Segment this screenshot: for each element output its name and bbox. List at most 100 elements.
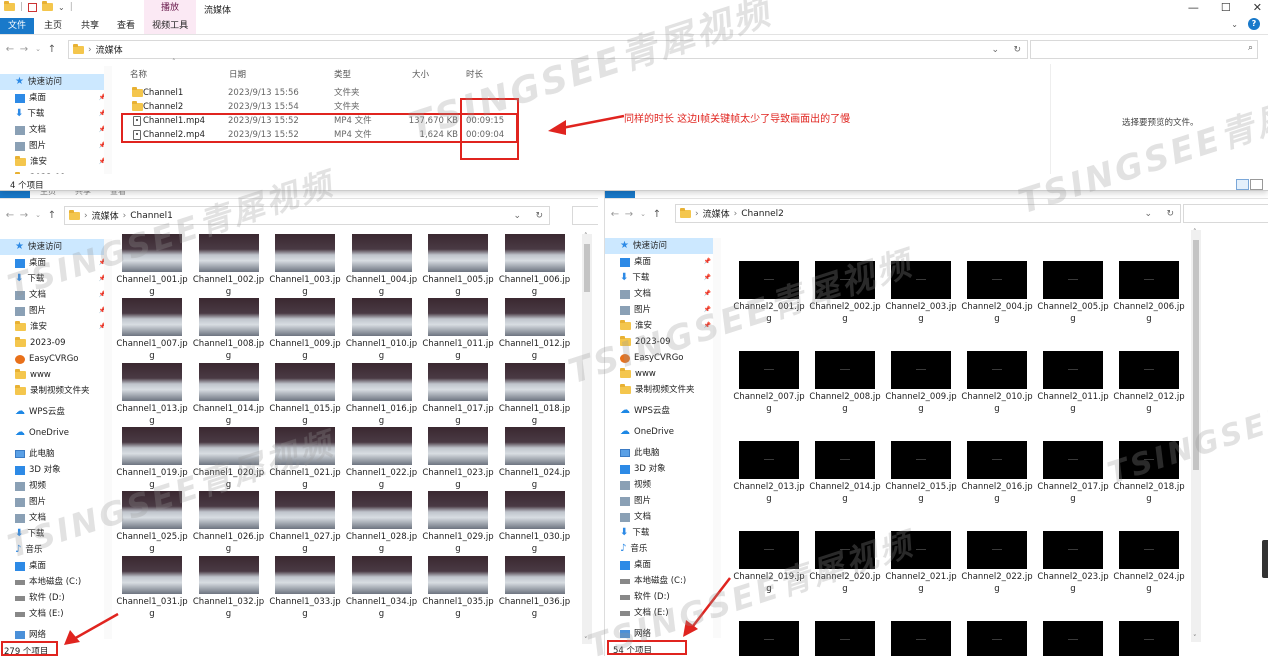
address-bar[interactable]: › 流媒体 ⌄ ↻ <box>68 40 1028 59</box>
breadcrumb-root[interactable]: 流媒体 <box>96 43 123 56</box>
thumbnail-item[interactable]: Channel2_003.jpg <box>885 261 957 325</box>
pin-icon[interactable]: 📌 <box>704 254 711 270</box>
scroll-down-icon[interactable]: ˅ <box>584 636 588 644</box>
nav-item[interactable]: ☁ OneDrive <box>0 425 112 441</box>
thumbnail-item[interactable]: Channel2_024.jpg <box>1113 531 1185 595</box>
thumbnail-item[interactable]: Channel2_020.jpg <box>809 531 881 595</box>
scroll-down-icon[interactable]: ˅ <box>1193 634 1197 642</box>
thumbnail-item[interactable]: Channel1_029.jpg <box>422 491 494 555</box>
customize-chevron-icon[interactable]: ⌄ <box>58 3 65 12</box>
recent-chevron-icon[interactable]: ⌄ <box>31 211 45 219</box>
thumbnail-item[interactable]: Channel2_004.jpg <box>961 261 1033 325</box>
thumbnail-item[interactable]: Channel1_020.jpg <box>193 426 265 491</box>
thumbnail-item[interactable]: Channel1_005.jpg <box>422 234 494 298</box>
nav-item[interactable]: 桌面 📌 <box>0 255 112 271</box>
properties-icon[interactable] <box>28 2 38 12</box>
scroll-up-icon[interactable]: ˄ <box>584 232 588 240</box>
search-input[interactable] <box>572 206 598 225</box>
nav-item[interactable]: 淮安 📌 <box>605 318 717 334</box>
thumbnail-item[interactable]: Channel2_019.jpg <box>733 531 805 595</box>
nav-item[interactable]: 文档 📌 <box>605 286 717 302</box>
nav-item[interactable]: ☁ WPS云盘 <box>605 403 717 419</box>
dropdown-chevron-icon[interactable]: ⌄ <box>1144 209 1152 219</box>
thumbnail-item[interactable]: Channel1_034.jpg <box>346 555 418 620</box>
nav-item[interactable]: 此电脑 <box>605 445 717 461</box>
thumbnail-item[interactable]: Channel2_012.jpg <box>1113 351 1185 415</box>
thumbnail-item[interactable]: Channel2_022.jpg <box>961 531 1033 595</box>
thumbnail-item[interactable]: Channel1_019.jpg <box>116 426 188 491</box>
search-input[interactable] <box>1183 204 1268 223</box>
thumbnail-item[interactable]: Channel1_011.jpg <box>422 298 494 362</box>
pin-icon[interactable]: 📌 <box>704 318 711 334</box>
back-icon[interactable]: ← <box>3 44 17 55</box>
thumbnail-item[interactable]: Channel2_011.jpg <box>1037 351 1109 415</box>
nav-item[interactable]: www <box>605 366 717 382</box>
side-edge-widget[interactable] <box>1262 540 1268 578</box>
nav-item[interactable]: 本地磁盘 (C:) <box>0 574 112 590</box>
thumbnail-item[interactable]: Channel1_021.jpg <box>269 426 341 491</box>
minimize-button[interactable]: — <box>1188 1 1199 14</box>
nav-item[interactable]: 视频 <box>605 477 717 493</box>
content-scrollbar[interactable]: ˄ ˅ <box>582 232 592 644</box>
scroll-thumb[interactable] <box>584 244 590 292</box>
tab-video-tools[interactable]: 视频工具 <box>144 18 197 34</box>
pin-icon[interactable]: 📌 <box>704 270 711 286</box>
close-button[interactable]: ✕ <box>1253 1 1262 14</box>
thumbnail-item[interactable]: Channel2_021.jpg <box>885 531 957 595</box>
nav-item[interactable]: ☁ OneDrive <box>605 424 717 440</box>
nav-item[interactable]: ☁ WPS云盘 <box>0 404 112 420</box>
breadcrumb-root[interactable]: 流媒体 <box>703 207 730 220</box>
nav-item[interactable]: 文档 <box>0 510 112 526</box>
dropdown-chevron-icon[interactable]: ⌄ <box>991 45 999 55</box>
nav-item[interactable]: ♪ 音乐 <box>605 541 717 557</box>
column-header-type[interactable]: 类型 <box>334 68 351 80</box>
breadcrumb-channel2[interactable]: Channel2 <box>741 209 784 219</box>
refresh-icon[interactable]: ↻ <box>1166 209 1174 219</box>
nav-item[interactable]: 桌面 📌 <box>0 90 112 106</box>
thumbnail-item[interactable]: Channel2_017.jpg <box>1037 441 1109 505</box>
thumbnail-item[interactable]: Channel1_003.jpg <box>269 234 341 298</box>
thumbnail-item[interactable]: Channel2_016.jpg <box>961 441 1033 505</box>
breadcrumb-channel1[interactable]: Channel1 <box>130 211 173 221</box>
tab-file[interactable]: 文件 <box>0 18 35 34</box>
thumbnail-item[interactable]: Channel2_023.jpg <box>1037 531 1109 595</box>
thumbnail-item[interactable]: Channel1_017.jpg <box>422 362 494 427</box>
thumbnail-item[interactable]: Channel1_023.jpg <box>422 426 494 491</box>
thumbnail-item[interactable]: Channel1_004.jpg <box>346 234 418 298</box>
thumbnail-item[interactable] <box>809 621 881 656</box>
column-header-size[interactable]: 大小 <box>412 68 429 80</box>
large-icons-view-icon[interactable] <box>1250 179 1263 190</box>
nav-item[interactable]: ⬇ 下载 <box>605 525 717 541</box>
breadcrumb-root[interactable]: 流媒体 <box>92 209 119 222</box>
back-icon[interactable]: ← <box>3 210 17 221</box>
nav-item[interactable]: ⬇ 下载 📌 <box>0 106 112 122</box>
thumbnail-item[interactable]: Channel2_001.jpg <box>733 261 805 325</box>
nav-item[interactable]: ⬇ 下载 <box>0 526 112 542</box>
nav-item[interactable]: 录制视频文件夹 <box>0 383 112 399</box>
tab-share[interactable]: 共享 <box>72 18 108 34</box>
nav-item[interactable]: 淮安 📌 <box>0 319 112 335</box>
thumbnail-item[interactable]: Channel1_036.jpg <box>499 555 571 620</box>
thumbnail-item[interactable]: Channel1_027.jpg <box>269 491 341 555</box>
recent-chevron-icon[interactable]: ⌄ <box>31 45 45 53</box>
nav-item[interactable]: www <box>0 367 112 383</box>
nav-item[interactable]: ★ 快速访问 <box>0 74 112 90</box>
address-bar[interactable]: › 流媒体 › Channel2 ⌄ ↻ <box>675 204 1181 223</box>
thumbnail-item[interactable]: Channel1_024.jpg <box>499 426 571 491</box>
thumbnail-item[interactable]: Channel1_015.jpg <box>269 362 341 427</box>
nav-item[interactable]: 3D 对象 <box>605 461 717 477</box>
nav-item[interactable]: 软件 (D:) <box>0 590 112 606</box>
new-folder-icon[interactable] <box>42 1 54 11</box>
thumbnail-item[interactable]: Channel2_014.jpg <box>809 441 881 505</box>
pin-icon[interactable]: 📌 <box>704 286 711 302</box>
nav-item[interactable]: EasyCVRGo <box>0 351 112 367</box>
nav-item[interactable]: 图片 📌 <box>605 302 717 318</box>
refresh-icon[interactable]: ↻ <box>535 211 543 221</box>
nav-item[interactable]: ♪ 音乐 <box>0 542 112 558</box>
nav-item[interactable]: 此电脑 <box>0 446 112 462</box>
maximize-button[interactable]: ☐ <box>1221 1 1231 14</box>
dropdown-chevron-icon[interactable]: ⌄ <box>513 211 521 221</box>
nav-item[interactable]: 文档 📌 <box>0 122 112 138</box>
thumbnail-item[interactable]: Channel1_007.jpg <box>116 298 188 362</box>
nav-item[interactable]: 视频 <box>0 478 112 494</box>
